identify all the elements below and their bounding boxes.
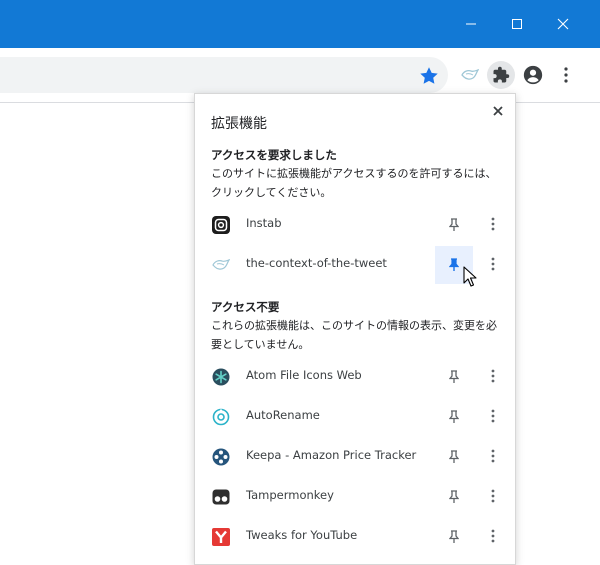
popup-close-button[interactable] bbox=[487, 100, 509, 122]
pin-icon bbox=[449, 450, 459, 463]
kebab-icon bbox=[491, 257, 495, 271]
browser-menu-button[interactable] bbox=[552, 61, 580, 89]
maximize-icon bbox=[512, 19, 522, 29]
pin-button[interactable] bbox=[435, 438, 473, 476]
keepa-icon bbox=[212, 448, 230, 466]
the-context-of-the-tweet-icon bbox=[212, 259, 230, 270]
close-icon bbox=[493, 106, 503, 116]
extension-row-keepa[interactable]: Keepa - Amazon Price Tracker bbox=[195, 436, 515, 476]
more-actions-button[interactable] bbox=[483, 209, 503, 239]
extension-name: Atom File Icons Web bbox=[246, 368, 362, 382]
kebab-icon bbox=[491, 489, 495, 503]
puzzle-icon bbox=[493, 66, 510, 83]
instab-icon bbox=[212, 216, 230, 234]
account-icon bbox=[523, 65, 543, 85]
tampermonkey-icon bbox=[212, 489, 230, 505]
kebab-icon bbox=[491, 409, 495, 423]
kebab-icon bbox=[491, 449, 495, 463]
extension-row-tweaks-for-youtube[interactable]: Tweaks for YouTube bbox=[195, 516, 515, 556]
pin-icon bbox=[449, 218, 459, 231]
extension-name: AutoRename bbox=[246, 408, 320, 422]
pin-button[interactable] bbox=[435, 398, 473, 436]
extension-name: Instab bbox=[246, 216, 282, 230]
extension-row-tampermonkey[interactable]: Tampermonkey bbox=[195, 476, 515, 516]
more-actions-button[interactable] bbox=[483, 249, 503, 279]
popup-title: 拡張機能 bbox=[211, 116, 267, 132]
requesting-access-description: このサイトに拡張機能がアクセスするのを許可するには、クリックしてください。 bbox=[211, 167, 497, 199]
kebab-icon bbox=[491, 529, 495, 543]
extension-row-atom-file-icons-web[interactable]: Atom File Icons Web bbox=[195, 356, 515, 396]
extension-row-instab[interactable]: Instab bbox=[195, 204, 515, 244]
the-context-of-the-tweet-icon[interactable] bbox=[456, 61, 484, 89]
pin-button[interactable] bbox=[435, 518, 473, 556]
more-actions-button[interactable] bbox=[483, 401, 503, 431]
kebab-icon bbox=[491, 369, 495, 383]
omnibox[interactable] bbox=[0, 57, 448, 93]
close-window-button[interactable] bbox=[540, 0, 586, 48]
extension-name: Tweaks for YouTube bbox=[246, 528, 358, 542]
more-actions-button[interactable] bbox=[483, 481, 503, 511]
kebab-icon bbox=[564, 67, 568, 83]
no-access-heading: アクセス不要 bbox=[211, 300, 280, 314]
more-actions-button[interactable] bbox=[483, 441, 503, 471]
pin-icon bbox=[449, 370, 459, 383]
window-titlebar bbox=[0, 0, 600, 48]
star-icon[interactable] bbox=[418, 65, 440, 87]
extensions-popup: 拡張機能 アクセスを要求しました このサイトに拡張機能がアクセスするのを許可する… bbox=[194, 93, 516, 565]
no-access-description: これらの拡張機能は、このサイトの情報の表示、変更を必要としていません。 bbox=[211, 319, 497, 351]
pin-icon bbox=[449, 258, 459, 271]
atom-file-icons-icon bbox=[212, 368, 230, 386]
autorename-icon bbox=[212, 408, 230, 426]
extension-name: Tampermonkey bbox=[246, 488, 334, 502]
close-icon bbox=[557, 18, 569, 30]
pin-icon bbox=[449, 530, 459, 543]
requesting-access-heading: アクセスを要求しました bbox=[211, 148, 337, 162]
pin-icon bbox=[449, 490, 459, 503]
pin-icon bbox=[449, 410, 459, 423]
pin-button[interactable] bbox=[435, 206, 473, 244]
tweaks-for-youtube-icon bbox=[212, 528, 230, 546]
pin-button[interactable] bbox=[435, 478, 473, 516]
kebab-icon bbox=[491, 217, 495, 231]
profile-button[interactable] bbox=[519, 61, 547, 89]
minimize-button[interactable] bbox=[448, 0, 494, 48]
pin-button[interactable] bbox=[435, 358, 473, 396]
mouse-cursor-icon bbox=[463, 266, 477, 287]
extensions-button[interactable] bbox=[487, 61, 515, 89]
extension-name: Keepa - Amazon Price Tracker bbox=[246, 448, 417, 462]
extension-row-autorename[interactable]: AutoRename bbox=[195, 396, 515, 436]
more-actions-button[interactable] bbox=[483, 361, 503, 391]
minimize-icon bbox=[466, 23, 476, 25]
extension-name: the-context-of-the-tweet bbox=[246, 256, 387, 270]
maximize-button[interactable] bbox=[494, 0, 540, 48]
more-actions-button[interactable] bbox=[483, 521, 503, 551]
